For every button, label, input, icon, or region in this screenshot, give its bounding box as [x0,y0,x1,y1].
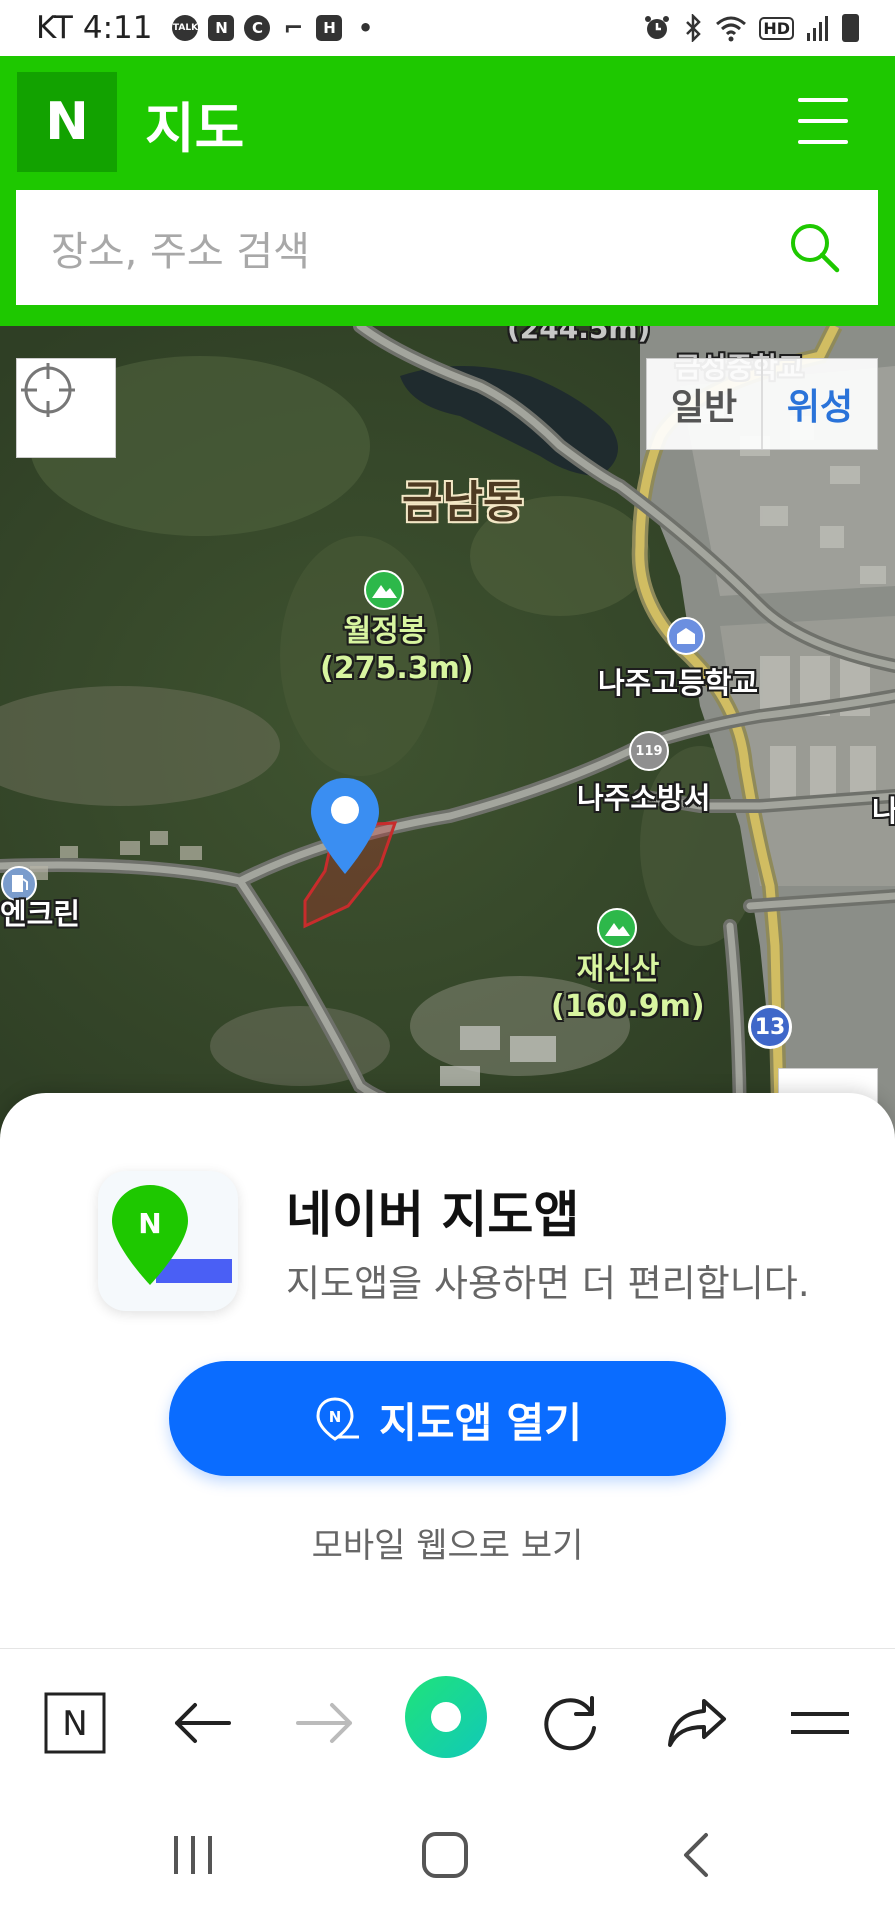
hamburger-menu-button[interactable] [798,98,848,144]
screen: KT 4:11 TALK N C ⌐ H • HD N 지도 장소, 주소 검색… [0,0,895,1919]
green-dot-button[interactable] [404,1675,488,1759]
current-location-button[interactable] [16,358,116,458]
mountain-label-1: 월정봉 (275.3m) [320,613,474,687]
menu-line [798,140,848,144]
bluetooth-icon [686,14,702,42]
map-label-partial-height: (244.5m) [507,326,651,345]
mountain-name: 월정봉 [343,614,427,649]
header: N 지도 장소, 주소 검색 [0,56,895,326]
search-input[interactable]: 장소, 주소 검색 [51,219,787,277]
mountain-label-2: 재신산 (160.9m) [551,951,705,1025]
home-letter: N [62,1704,87,1744]
recent-apps-icon [174,1836,212,1874]
naver-map-app-icon: N [98,1171,238,1311]
talk-icon: TALK [172,15,199,41]
naver-logo[interactable]: N [17,72,117,172]
dot-icon: • [357,14,374,42]
naver-icon: N [208,15,235,41]
mountain-icon [364,570,404,610]
poi-label-fire-station: 나주소방서 [577,781,711,815]
fire-station-badge-text: 119 [635,743,663,759]
fire-station-icon: 119 [629,731,669,771]
clock: 4:11 [82,10,153,46]
browser-toolbar: N [0,1648,895,1790]
carrier-label: KT [36,10,73,46]
share-icon [668,1699,726,1747]
road-number: 13 [754,1014,786,1040]
poi-label-gas-station: 엔크린 [0,897,81,931]
app-promo-sheet: N 네이버 지도앱 지도앱을 사용하면 더 편리합니다. N 지도앱 열기 모바… [0,1093,895,1648]
poi-label-edge: 나 [872,794,895,828]
page-title: 지도 [145,97,245,160]
share-button[interactable] [657,1683,737,1763]
battery-icon [842,14,859,42]
crosshair-icon [21,363,75,417]
status-left: KT 4:11 TALK N C ⌐ H • [36,10,378,46]
forward-arrow-icon [296,1703,352,1743]
dash-icon: ⌐ [283,14,304,42]
back-button[interactable] [162,1683,242,1763]
system-back-button[interactable] [660,1820,730,1890]
naver-home-icon: N [44,1692,106,1754]
map-type-normal-button[interactable]: 일반 [647,359,763,449]
open-map-app-label: 지도앱 열기 [379,1398,582,1447]
menu-line [798,98,848,102]
home-button[interactable] [410,1820,480,1890]
menu-icon [791,1712,849,1734]
naver-home-button[interactable]: N [35,1683,115,1763]
back-icon [684,1833,708,1877]
c-icon: C [244,15,271,41]
poi-label-school: 나주고등학교 [598,666,759,700]
signal-icon [807,16,828,41]
recent-apps-button[interactable] [158,1820,228,1890]
forward-button[interactable] [285,1683,365,1763]
menu-line [798,119,848,123]
search-icon[interactable] [787,220,843,276]
mountain-name: 재신산 [576,952,660,987]
status-right: HD [643,14,859,42]
sheet-subtitle: 지도앱을 사용하면 더 편리합니다. [286,1262,810,1305]
home-icon [422,1832,468,1878]
open-button-icon-letter: N [329,1408,342,1426]
mountain-height: (275.3m) [320,651,474,686]
h-icon: H [316,15,343,41]
location-pin-icon[interactable] [309,776,381,876]
green-dot-icon [405,1676,487,1758]
back-arrow-icon [175,1703,231,1743]
reload-icon [544,1696,596,1751]
alarm-icon [645,16,670,39]
app-icon-letter: N [138,1207,161,1240]
open-map-app-button[interactable]: N 지도앱 열기 [169,1361,726,1476]
sheet-title: 네이버 지도앱 [286,1186,580,1244]
mountain-height: (160.9m) [551,989,705,1024]
map-type-satellite-button[interactable]: 위성 [763,359,877,449]
satellite-map[interactable]: (244.5m) 금성중학교 금남동 월정봉 (275.3m) 나주고등학교 1… [0,326,895,1146]
map-pin-n-icon: N [316,1396,360,1441]
status-bar: KT 4:11 TALK N C ⌐ H • HD [0,0,895,56]
map-pin-logo-icon: N [112,1185,232,1285]
system-nav-bar [0,1790,895,1919]
search-bar[interactable]: 장소, 주소 검색 [16,190,878,305]
school-icon [667,617,705,655]
hd-icon: HD [759,16,794,40]
mobile-web-link[interactable]: 모바일 웹으로 보기 [0,1518,895,1567]
logo-letter: N [45,92,89,152]
browser-menu-button[interactable] [780,1683,860,1763]
road-number-badge: 13 [748,1005,792,1049]
mountain-icon-2 [597,908,637,948]
reload-button[interactable] [531,1683,611,1763]
map-label-area: 금남동 [402,477,524,528]
wifi-icon [716,16,747,42]
map-type-toggle: 일반 위성 [646,358,878,450]
